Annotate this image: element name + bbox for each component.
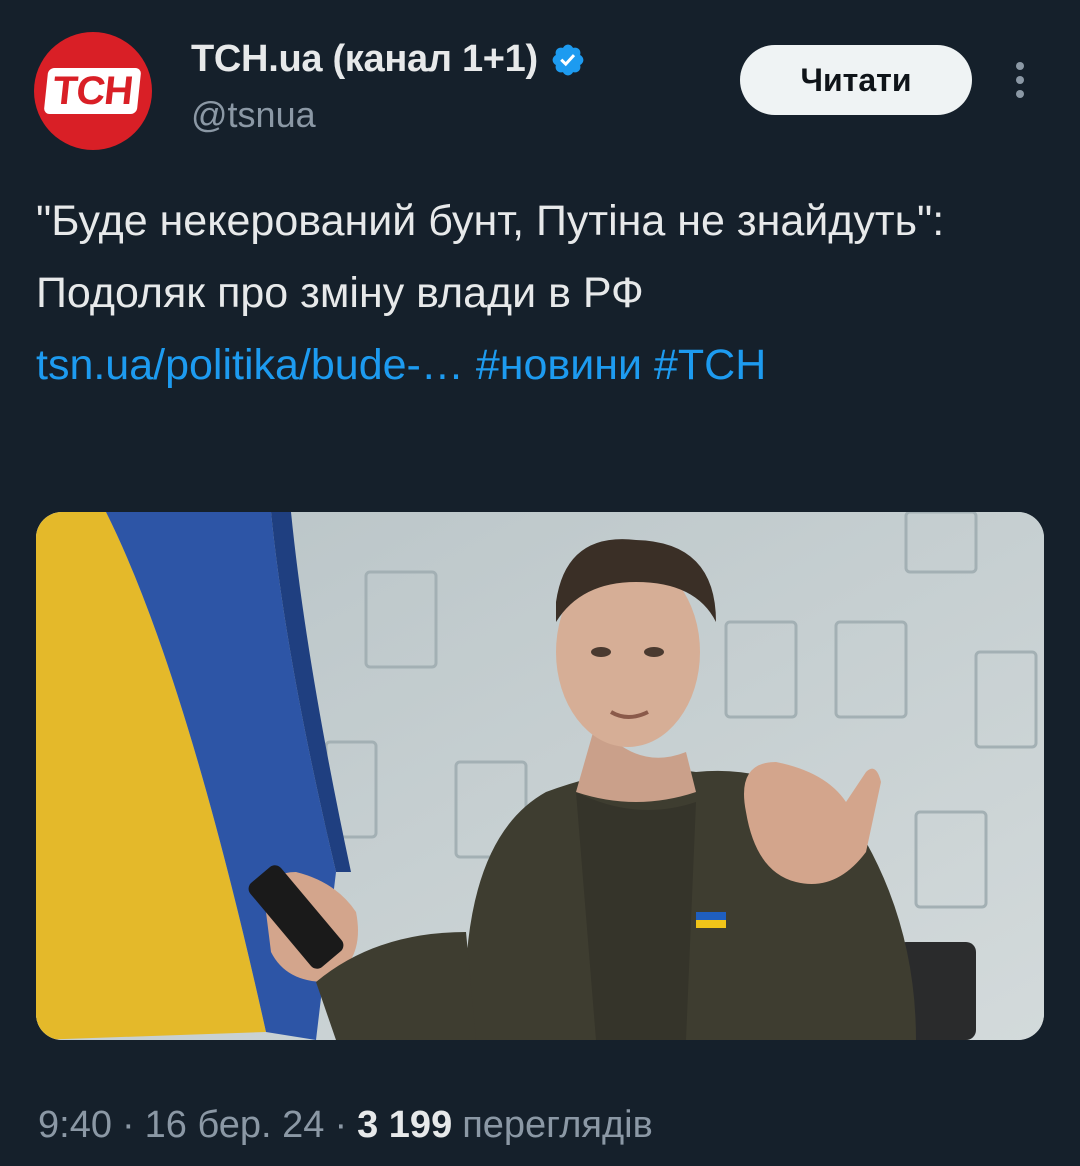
views-count[interactable]: 3 199 xyxy=(357,1104,452,1147)
tweet-body: "Буде некерований бунт, Путіна не знайду… xyxy=(36,197,945,317)
display-name[interactable]: ТСН.ua (канал 1+1) xyxy=(191,38,538,81)
meta-separator: · xyxy=(121,1104,135,1146)
tweet-photo[interactable] xyxy=(36,512,1044,1040)
tweet-link[interactable]: tsn.ua/politika/bude-… xyxy=(36,341,464,389)
verified-badge-icon xyxy=(552,44,584,75)
hashtag-tsn[interactable]: #ТСН xyxy=(654,341,766,389)
account-handle[interactable]: @tsnua xyxy=(191,94,316,136)
views-label: переглядів xyxy=(462,1104,653,1146)
hashtag-news[interactable]: #новини xyxy=(476,341,642,389)
more-vertical-icon[interactable] xyxy=(1010,60,1030,100)
account-name-row: ТСН.ua (канал 1+1) xyxy=(191,38,586,81)
tweet-meta: 9:40 · 16 бер. 24 · 3 199 переглядів xyxy=(38,1104,653,1147)
tweet-date[interactable]: 16 бер. 24 xyxy=(145,1104,325,1147)
avatar-logo: ТСН xyxy=(43,68,143,114)
meta-separator: · xyxy=(334,1104,348,1146)
photo-illustration xyxy=(36,512,1044,1040)
follow-button[interactable]: Читати xyxy=(740,45,972,115)
tweet-text: "Буде некерований бунт, Путіна не знайду… xyxy=(36,185,1046,401)
tweet-time[interactable]: 9:40 xyxy=(38,1104,112,1147)
avatar[interactable]: ТСН xyxy=(34,32,152,150)
